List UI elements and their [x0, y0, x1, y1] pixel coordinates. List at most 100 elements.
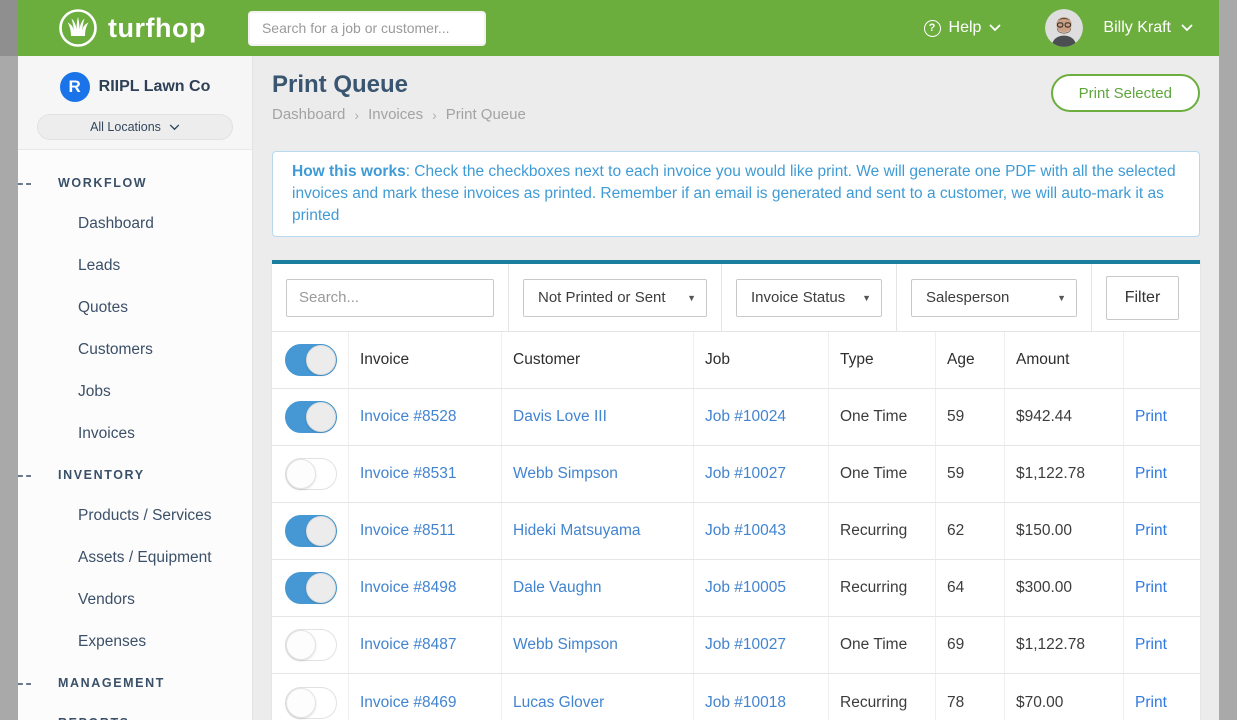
table-search-input[interactable] [286, 279, 494, 317]
table-row: Invoice #8528 Davis Love III Job #10024 … [272, 389, 1200, 446]
printed-status-value: Not Printed or Sent [538, 289, 666, 306]
location-selector-label: All Locations [90, 120, 161, 134]
salesperson-select[interactable]: Salesperson ▼ [911, 279, 1077, 317]
invoice-amount: $1,122.78 [1005, 617, 1124, 673]
filter-bar: Not Printed or Sent ▼ Invoice Status ▼ S… [272, 264, 1200, 332]
sidebar-item-customers[interactable]: Customers [18, 329, 252, 371]
customer-link[interactable]: Davis Love III [502, 389, 694, 445]
table-row: Invoice #8498 Dale Vaughn Job #10005 Rec… [272, 560, 1200, 617]
info-banner-text: : Check the checkboxes next to each invo… [292, 163, 1176, 224]
sidebar-item-assets-equipment[interactable]: Assets / Equipment [18, 537, 252, 579]
company-name: RIIPL Lawn Co [99, 78, 211, 96]
user-menu[interactable]: Billy Kraft [1103, 19, 1193, 37]
customer-link[interactable]: Lucas Glover [502, 674, 694, 720]
user-name: Billy Kraft [1103, 19, 1171, 37]
invoice-type: Recurring [829, 503, 936, 559]
nav-section-inventory: INVENTORY [18, 455, 252, 495]
col-header-amount: Amount [1005, 332, 1124, 388]
job-link[interactable]: Job #10043 [694, 503, 829, 559]
help-label: Help [949, 19, 982, 37]
brand-name: turfhop [108, 13, 206, 44]
print-link[interactable]: Print [1124, 389, 1199, 445]
location-selector[interactable]: All Locations [37, 114, 233, 140]
sidebar-item-expenses[interactable]: Expenses [18, 621, 252, 663]
invoice-link[interactable]: Invoice #8531 [349, 446, 502, 502]
brand[interactable]: turfhop [58, 8, 206, 48]
top-navbar: turfhop ? Help [18, 0, 1219, 56]
customer-link[interactable]: Dale Vaughn [502, 560, 694, 616]
nav-section-management: MANAGEMENT [18, 663, 252, 703]
invoice-type: Recurring [829, 674, 936, 720]
col-header-invoice: Invoice [349, 332, 502, 388]
invoice-status-value: Invoice Status [751, 289, 845, 306]
sidebar-item-products-services[interactable]: Products / Services [18, 495, 252, 537]
chevron-down-icon [169, 124, 180, 131]
select-all-toggle[interactable] [285, 344, 337, 376]
job-link[interactable]: Job #10027 [694, 617, 829, 673]
sidebar-item-vendors[interactable]: Vendors [18, 579, 252, 621]
invoice-age: 59 [936, 389, 1005, 445]
app-window: turfhop ? Help [18, 0, 1219, 720]
job-link[interactable]: Job #10018 [694, 674, 829, 720]
filter-button[interactable]: Filter [1106, 276, 1179, 320]
invoice-amount: $300.00 [1005, 560, 1124, 616]
global-search-input[interactable] [248, 11, 486, 46]
left-gutter [0, 0, 18, 720]
row-select-toggle[interactable] [285, 687, 337, 719]
customer-link[interactable]: Webb Simpson [502, 446, 694, 502]
print-selected-button[interactable]: Print Selected [1051, 74, 1200, 112]
row-select-toggle[interactable] [285, 401, 337, 433]
invoice-age: 64 [936, 560, 1005, 616]
sidebar-item-leads[interactable]: Leads [18, 245, 252, 287]
print-link[interactable]: Print [1124, 617, 1199, 673]
invoice-age: 69 [936, 617, 1005, 673]
invoice-link[interactable]: Invoice #8469 [349, 674, 502, 720]
customer-link[interactable]: Hideki Matsuyama [502, 503, 694, 559]
row-select-toggle[interactable] [285, 629, 337, 661]
avatar-image [1045, 9, 1083, 47]
table-row: Invoice #8531 Webb Simpson Job #10027 On… [272, 446, 1200, 503]
invoice-link[interactable]: Invoice #8498 [349, 560, 502, 616]
print-link[interactable]: Print [1124, 503, 1199, 559]
col-header-actions [1124, 332, 1199, 388]
job-link[interactable]: Job #10027 [694, 446, 829, 502]
invoice-link[interactable]: Invoice #8528 [349, 389, 502, 445]
print-link[interactable]: Print [1124, 674, 1199, 720]
print-link[interactable]: Print [1124, 560, 1199, 616]
select-caret-icon: ▼ [862, 293, 871, 303]
invoice-link[interactable]: Invoice #8487 [349, 617, 502, 673]
select-caret-icon: ▼ [1057, 293, 1066, 303]
invoice-age: 62 [936, 503, 1005, 559]
avatar[interactable] [1045, 9, 1083, 47]
customer-link[interactable]: Webb Simpson [502, 617, 694, 673]
breadcrumb-dashboard[interactable]: Dashboard [272, 106, 345, 123]
invoice-amount: $942.44 [1005, 389, 1124, 445]
sidebar-item-dashboard[interactable]: Dashboard [18, 203, 252, 245]
right-scrollbar-gutter[interactable] [1219, 0, 1237, 720]
row-select-toggle[interactable] [285, 458, 337, 490]
row-select-toggle[interactable] [285, 515, 337, 547]
row-select-toggle[interactable] [285, 572, 337, 604]
nav-section-workflow: WORKFLOW [18, 163, 252, 203]
invoice-status-select[interactable]: Invoice Status ▼ [736, 279, 882, 317]
breadcrumb-separator: › [432, 107, 437, 123]
sidebar-nav: WORKFLOW Dashboard Leads Quotes Customer… [18, 150, 252, 720]
print-link[interactable]: Print [1124, 446, 1199, 502]
job-link[interactable]: Job #10024 [694, 389, 829, 445]
page-header: Print Queue Dashboard › Invoices › Print… [272, 56, 1200, 123]
chevron-down-icon [1181, 24, 1193, 32]
printed-status-select[interactable]: Not Printed or Sent ▼ [523, 279, 707, 317]
invoice-amount: $150.00 [1005, 503, 1124, 559]
help-menu[interactable]: ? Help [924, 19, 1002, 37]
breadcrumb-separator: › [354, 107, 359, 123]
job-link[interactable]: Job #10005 [694, 560, 829, 616]
invoice-link[interactable]: Invoice #8511 [349, 503, 502, 559]
table-row: Invoice #8487 Webb Simpson Job #10027 On… [272, 617, 1200, 674]
print-queue-card: Not Printed or Sent ▼ Invoice Status ▼ S… [272, 260, 1200, 720]
breadcrumb-invoices[interactable]: Invoices [368, 106, 423, 123]
sidebar-item-jobs[interactable]: Jobs [18, 371, 252, 413]
sidebar-item-quotes[interactable]: Quotes [18, 287, 252, 329]
company[interactable]: R RIIPL Lawn Co [18, 72, 252, 102]
turfhop-grass-icon [58, 8, 98, 48]
sidebar-item-invoices[interactable]: Invoices [18, 413, 252, 455]
